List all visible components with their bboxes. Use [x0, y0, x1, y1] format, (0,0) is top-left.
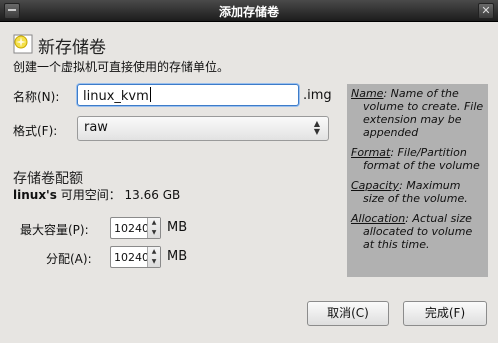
page-title: 新存储卷: [38, 38, 106, 58]
spinner-arrows-icon[interactable]: ▲ ▼: [147, 218, 160, 238]
finish-button[interactable]: 完成(F): [403, 301, 487, 326]
storage-volume-icon: [13, 34, 33, 54]
spinner-arrows-icon[interactable]: ▲ ▼: [147, 247, 160, 267]
help-capacity: Capacity: Maximum size of the volume.: [351, 179, 468, 205]
page-subtitle: 创建一个虚拟机可直接使用的存储单位。: [13, 60, 230, 74]
help-allocation: Allocation: Actual size allocated to volu…: [351, 212, 473, 251]
text-caret: [149, 87, 151, 102]
pool-name: linux's: [13, 188, 57, 202]
quota-section-title: 存储卷配额: [13, 171, 83, 187]
help-panel: Name: Name of the volume to create. File …: [347, 84, 488, 277]
name-input-value: linux_kvm: [83, 89, 149, 104]
allocation-spinner[interactable]: 10240 ▲ ▼: [110, 246, 161, 268]
cancel-button[interactable]: 取消(C): [307, 301, 389, 326]
name-label: 名称(N):: [13, 90, 60, 104]
max-capacity-value: 10240: [114, 222, 149, 235]
free-space-value: 13.66 GB: [124, 188, 181, 202]
allocation-unit: MB: [167, 249, 188, 264]
max-capacity-unit: MB: [167, 220, 188, 235]
max-capacity-spinner[interactable]: 10240 ▲ ▼: [110, 217, 161, 239]
updown-arrows-icon: ▲ ▼: [313, 119, 320, 136]
format-select[interactable]: raw ▲ ▼: [77, 116, 329, 141]
free-space-label: 可用空间：: [60, 188, 121, 202]
window-title: 添加存储卷: [218, 5, 279, 19]
allocation-label: 分配(A):: [46, 252, 92, 266]
free-space-line: linux's 可用空间： 13.66 GB: [13, 186, 180, 203]
help-name: Name: Name of the volume to create. File …: [351, 87, 484, 139]
format-select-value: raw: [84, 120, 108, 135]
format-label: 格式(F):: [13, 124, 58, 138]
name-input[interactable]: linux_kvm: [77, 84, 299, 106]
help-format: Format: File/Partition format of the volu…: [351, 146, 480, 172]
allocation-value: 10240: [114, 251, 149, 264]
name-suffix: .img: [303, 88, 332, 103]
title-bar: 添加存储卷 ✕: [0, 0, 498, 22]
close-button[interactable]: ✕: [478, 3, 494, 19]
max-capacity-label: 最大容量(P):: [20, 223, 89, 237]
